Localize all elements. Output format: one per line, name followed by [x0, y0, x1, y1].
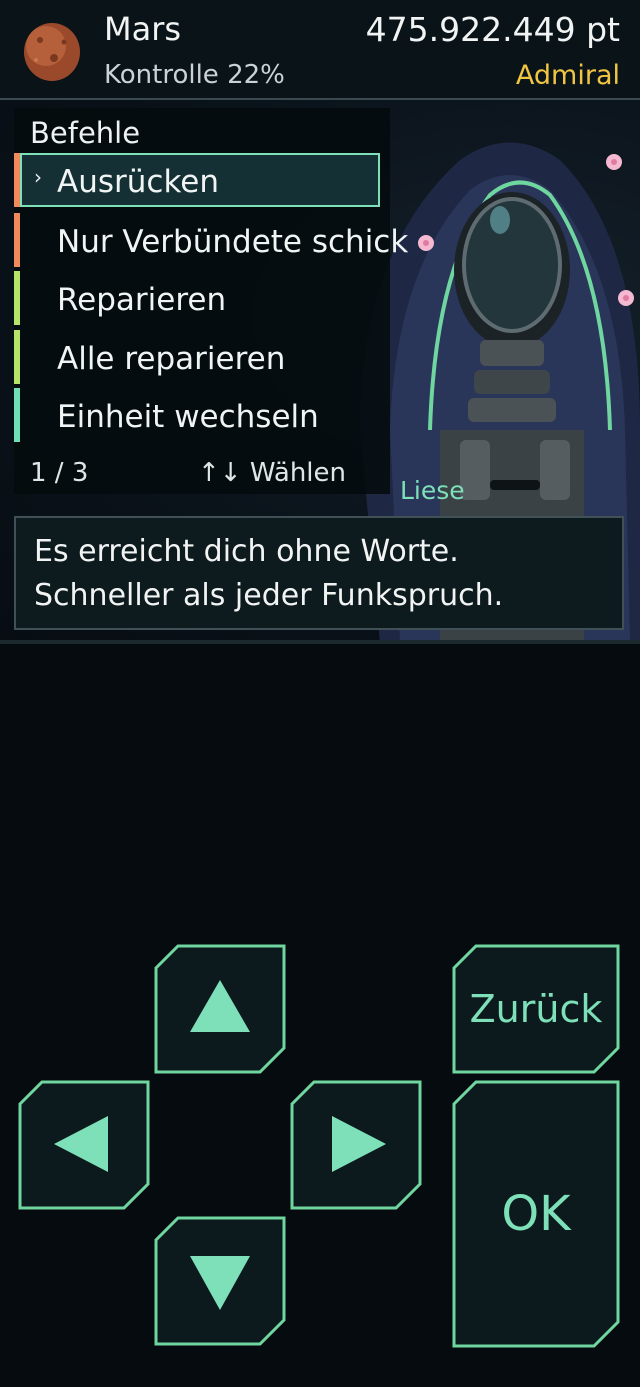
dpad-right-button[interactable]: [290, 1080, 422, 1210]
command-menu: Befehle › Ausrücken Nur Verbündete schic…: [14, 108, 408, 494]
menu-item-alle-reparieren[interactable]: Alle reparieren: [14, 330, 390, 384]
rank-label: Admiral: [515, 60, 620, 91]
menu-item-label: Einheit wechseln: [57, 399, 319, 435]
menu-item-color-bar: [14, 271, 20, 325]
menu-item-label: Ausrücken: [57, 164, 220, 200]
menu-item-label: Reparieren: [57, 282, 227, 318]
up-arrow-icon: [190, 980, 250, 1032]
ok-button[interactable]: OK: [452, 1080, 620, 1348]
planet-control-percent: Kontrolle 22%: [104, 60, 285, 90]
menu-item-reparieren[interactable]: Reparieren: [14, 271, 390, 325]
points-counter: 475.922.449 pt: [365, 10, 620, 49]
menu-navigation-hint: ↑↓ Wählen: [198, 458, 346, 488]
ok-button-label: OK: [501, 1186, 571, 1242]
dialog-text-line: Schneller als jeder Funkspruch.: [34, 578, 504, 613]
scene-divider: [0, 640, 640, 644]
menu-item-color-bar: [14, 388, 20, 442]
back-button[interactable]: Zurück: [452, 944, 620, 1074]
speaker-name: Liese: [400, 476, 465, 505]
planet-name: Mars: [104, 10, 182, 48]
dpad-left-button[interactable]: [18, 1080, 150, 1210]
back-button-label: Zurück: [469, 987, 603, 1031]
right-arrow-icon: [332, 1116, 386, 1172]
menu-item-label: Nur Verbündete schick: [57, 224, 409, 260]
menu-item-ausruecken[interactable]: › Ausrücken: [14, 153, 390, 207]
planet-mars-icon: [24, 23, 80, 81]
status-header: Mars Kontrolle 22% 475.922.449 pt Admira…: [0, 0, 640, 100]
menu-item-nur-verbuendete[interactable]: Nur Verbündete schick: [14, 213, 408, 267]
dpad-down-button[interactable]: [154, 1216, 286, 1346]
chevron-right-icon: ›: [34, 165, 42, 189]
menu-item-einheit-wechseln[interactable]: Einheit wechseln: [14, 388, 390, 442]
dialog-text-line: Es erreicht dich ohne Worte.: [34, 534, 459, 569]
dpad-up-button[interactable]: [154, 944, 286, 1074]
down-arrow-icon: [190, 1256, 250, 1310]
menu-item-label: Alle reparieren: [57, 341, 286, 377]
dialog-box[interactable]: Es erreicht dich ohne Worte. Schneller a…: [14, 516, 624, 630]
menu-title: Befehle: [30, 116, 141, 150]
menu-page-indicator: 1 / 3: [30, 458, 89, 488]
menu-item-color-bar: [14, 330, 20, 384]
left-arrow-icon: [54, 1116, 108, 1172]
menu-item-color-bar: [14, 213, 20, 267]
